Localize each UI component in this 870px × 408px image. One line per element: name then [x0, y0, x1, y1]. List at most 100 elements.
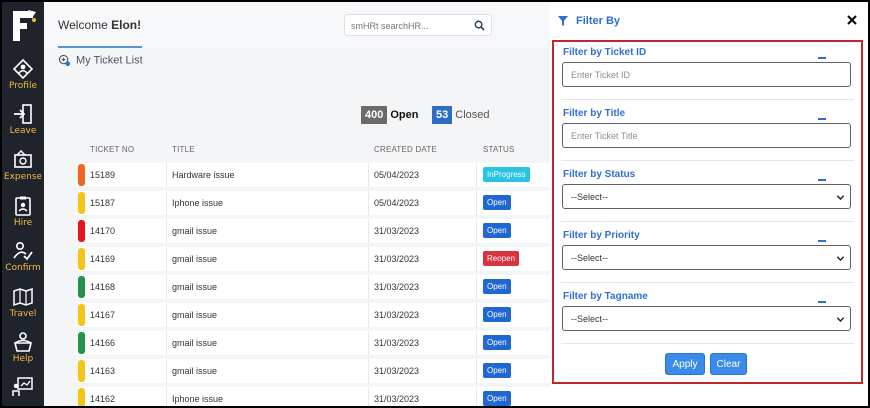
status-badge: Open: [483, 307, 511, 322]
sidebar-item-travel[interactable]: Travel: [2, 286, 44, 319]
ticket-id-input[interactable]: [562, 62, 851, 87]
main-content: Welcome Elon! My Ticket List 400Open 53C…: [44, 2, 550, 406]
search-box: [344, 14, 492, 36]
status-badge: Open: [483, 363, 511, 378]
user-name: Elon!: [111, 18, 142, 32]
cell-divider: [476, 303, 477, 327]
status-badge: Open: [483, 223, 511, 238]
column-header-title: TITLE: [172, 145, 195, 154]
collapse-icon[interactable]: [818, 240, 826, 242]
tagname-select[interactable]: --Select--: [562, 306, 851, 331]
ticket-title-input[interactable]: [562, 123, 851, 148]
apply-button[interactable]: Apply: [665, 353, 705, 375]
status-badge: Open: [483, 335, 511, 350]
active-tab-indicator: [58, 46, 142, 48]
cell-divider: [166, 359, 167, 383]
collapse-icon[interactable]: [818, 301, 826, 303]
sidebar-item-leave[interactable]: Leave: [2, 103, 44, 136]
table-row[interactable]: 14162 Iphone issue 31/03/2023 Open: [78, 387, 550, 406]
filter-panel: Filter By Filter by Ticket ID Filter by …: [550, 2, 868, 406]
table-row[interactable]: 14170 gmail issue 31/03/2023 Open: [78, 219, 550, 243]
travel-icon: [13, 287, 33, 307]
closed-count-label: Closed: [455, 109, 490, 121]
priority-indicator: [78, 332, 85, 354]
sidebar-item-profile[interactable]: Profile: [2, 58, 44, 91]
filter-panel-header: Filter By: [550, 2, 868, 38]
cell-divider: [166, 387, 167, 406]
welcome-text: Welcome Elon!: [58, 18, 141, 32]
priority-indicator: [78, 304, 85, 326]
search-input[interactable]: [351, 18, 471, 33]
sidebar-item-training[interactable]: [2, 376, 44, 398]
ticket-no-cell: 14167: [90, 310, 116, 320]
search-icon[interactable]: [474, 20, 485, 31]
clear-button[interactable]: Clear: [710, 353, 747, 375]
collapse-icon[interactable]: [818, 57, 826, 59]
status-badge: Open: [483, 391, 511, 406]
chevron-down-icon: [836, 195, 845, 201]
cell-divider: [476, 359, 477, 383]
cell-divider: [166, 219, 167, 243]
sidebar-item-label: Profile: [9, 81, 37, 91]
sidebar-item-label: Help: [12, 354, 34, 364]
collapse-icon[interactable]: [818, 118, 826, 120]
status-badge: Open: [483, 279, 511, 294]
cell-divider: [476, 247, 477, 271]
ticket-list-icon: [58, 54, 71, 67]
filter-icon: [558, 16, 568, 26]
table-row[interactable]: 14166 gmail issue 31/03/2023 Open: [78, 331, 550, 355]
divider: [561, 99, 854, 100]
priority-indicator: [78, 164, 85, 186]
status-badge: Reopen: [483, 251, 520, 266]
filter-status-label: Filter by Status: [563, 169, 636, 180]
created-date-cell: 05/04/2023: [374, 198, 420, 208]
sidebar-item-confirm[interactable]: Confirm: [2, 240, 44, 273]
cell-divider: [166, 191, 167, 215]
created-date-cell: 31/03/2023: [374, 366, 420, 376]
ticket-no-cell: 14162: [90, 394, 116, 404]
created-date-cell: 31/03/2023: [374, 338, 420, 348]
sidebar: Profile Leave Expense Hire Confirm Trave…: [2, 2, 44, 406]
sidebar-item-expense[interactable]: Expense: [2, 149, 44, 182]
ticket-no-cell: 14163: [90, 366, 116, 376]
ticket-no-cell: 14166: [90, 338, 116, 348]
priority-indicator: [78, 192, 85, 214]
collapse-icon[interactable]: [818, 179, 826, 181]
table-row[interactable]: 14167 gmail issue 31/03/2023 Open: [78, 303, 550, 327]
close-icon[interactable]: [846, 14, 858, 26]
closed-count[interactable]: 53 Closed: [432, 106, 490, 124]
table-row[interactable]: 15187 Iphone issue 05/04/2023 Open: [78, 191, 550, 215]
priority-indicator: [78, 360, 85, 382]
table-row[interactable]: 14163 gmail issue 31/03/2023 Open: [78, 359, 550, 383]
ticket-no-cell: 14169: [90, 254, 116, 264]
ticket-no-cell: 14168: [90, 282, 116, 292]
priority-indicator: [78, 248, 85, 270]
status-select[interactable]: --Select--: [562, 184, 851, 209]
sidebar-item-label: Confirm: [5, 263, 41, 273]
table-row[interactable]: 14169 gmail issue 31/03/2023 Reopen: [78, 247, 550, 271]
tab-my-ticket-list[interactable]: My Ticket List: [58, 54, 143, 67]
priority-select-value: --Select--: [571, 253, 609, 263]
cell-divider: [368, 331, 369, 355]
cell-divider: [368, 387, 369, 406]
app-window: Profile Leave Expense Hire Confirm Trave…: [0, 0, 870, 408]
priority-select[interactable]: --Select--: [562, 245, 851, 270]
title-cell: gmail issue: [172, 226, 218, 236]
title-cell: Hardware issue: [172, 170, 235, 180]
column-header-ticket-no: TICKET NO: [90, 145, 135, 154]
cell-divider: [368, 219, 369, 243]
cell-divider: [368, 163, 369, 187]
title-cell: Iphone issue: [172, 198, 224, 208]
tagname-select-value: --Select--: [571, 314, 609, 324]
table-row[interactable]: 14168 gmail issue 31/03/2023 Open: [78, 275, 550, 299]
cell-divider: [166, 275, 167, 299]
sidebar-item-label: Leave: [9, 126, 37, 136]
sidebar-item-help[interactable]: Help: [2, 331, 44, 364]
open-count[interactable]: 400 Open: [361, 106, 418, 124]
app-logo: [13, 10, 36, 41]
sidebar-item-hire[interactable]: Hire: [2, 195, 44, 228]
divider: [561, 282, 854, 283]
divider: [561, 221, 854, 222]
table-row[interactable]: 15189 Hardware issue 05/04/2023 InProgress: [78, 163, 550, 187]
cell-divider: [368, 359, 369, 383]
